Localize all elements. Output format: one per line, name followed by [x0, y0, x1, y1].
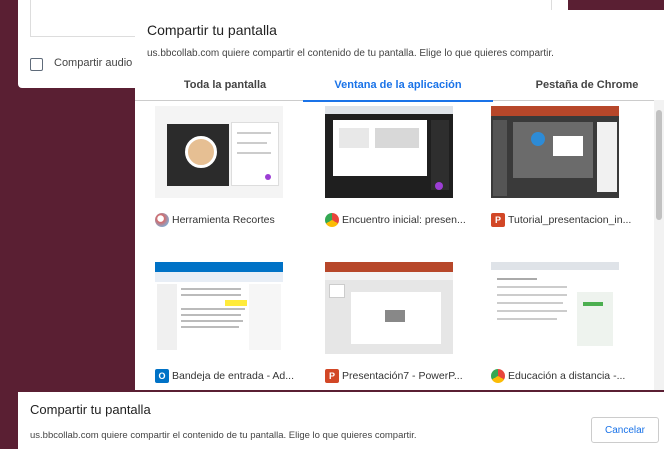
share-audio-checkbox[interactable] [30, 58, 43, 71]
share-audio-label: Compartir audio [54, 57, 133, 69]
tab-chrome-tab[interactable]: Pestaña de Chrome [517, 74, 657, 100]
bottom-subtitle: us.bbcollab.com quiere compartir el cont… [30, 430, 417, 441]
window-tile-label: P Presentación7 - PowerP... [325, 368, 475, 384]
chrome-icon [325, 213, 339, 227]
window-tile-label: O Bandeja de entrada - Ad... [155, 368, 305, 384]
window-thumbnail [325, 262, 453, 354]
window-tile-powerpoint-tutorial[interactable]: P Tutorial_presentacion_in... [483, 100, 648, 240]
share-bottom-bar: Compartir tu pantalla us.bbcollab.com qu… [18, 392, 664, 449]
window-thumbnail [155, 262, 283, 354]
picker-tabs: Toda la pantalla Ventana de la aplicació… [135, 74, 664, 102]
cancel-button[interactable]: Cancelar [591, 417, 659, 443]
window-grid: Herramienta Recortes Encuentro inicial: … [147, 100, 664, 390]
window-tile-label: Encuentro inicial: presen... [325, 212, 475, 228]
scrollbar-thumb[interactable] [656, 110, 662, 220]
powerpoint-icon: P [491, 213, 505, 227]
window-tile-label: P Tutorial_presentacion_in... [491, 212, 641, 228]
window-grid-scrollbar[interactable] [654, 100, 664, 390]
window-thumbnail [491, 106, 619, 198]
window-tile-snipping-tool[interactable]: Herramienta Recortes [147, 100, 312, 240]
window-tile-chrome-encuentro[interactable]: Encuentro inicial: presen... [317, 100, 482, 240]
bottom-title: Compartir tu pantalla [30, 402, 151, 417]
tab-entire-screen[interactable]: Toda la pantalla [165, 74, 285, 100]
screen-share-picker: Compartir tu pantalla us.bbcollab.com qu… [135, 10, 664, 390]
powerpoint-icon: P [325, 369, 339, 383]
window-tile-label: Educación a distancia -... [491, 368, 641, 384]
picker-title: Compartir tu pantalla [147, 22, 277, 38]
window-tile-label: Herramienta Recortes [155, 212, 305, 228]
window-tile-powerpoint-presentacion7[interactable]: P Presentación7 - PowerP... [317, 256, 482, 390]
chrome-icon [491, 369, 505, 383]
window-thumbnail [491, 262, 619, 354]
outlook-icon: O [155, 369, 169, 383]
window-tile-chrome-educacion[interactable]: Educación a distancia -... [483, 256, 648, 390]
window-thumbnail [155, 106, 283, 198]
window-thumbnail [325, 106, 453, 198]
snipping-tool-icon [155, 213, 169, 227]
picker-subtitle: us.bbcollab.com quiere compartir el cont… [147, 48, 554, 59]
tab-application-window[interactable]: Ventana de la aplicación [303, 74, 493, 102]
window-tile-outlook[interactable]: O Bandeja de entrada - Ad... [147, 256, 312, 390]
